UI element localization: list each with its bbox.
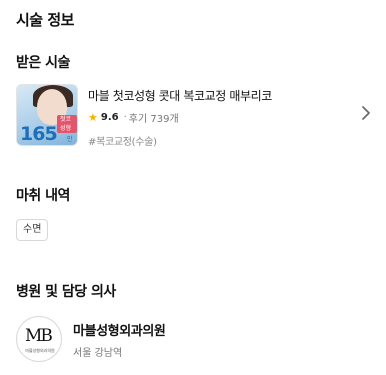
- hospital-logo-mark: MB: [25, 326, 53, 346]
- procedure-meta: ★ 9.6 · 후기 739개: [88, 110, 358, 125]
- procedure-tag: #복코교정(수술): [88, 137, 157, 148]
- procedure-item[interactable]: 첫코성형 165 만 마블 첫코성형 콧대 복코교정 매부리코 ★ 9.6 · …: [16, 84, 376, 148]
- thumbnail-tag: 첫코성형: [57, 115, 77, 133]
- chevron-right-icon[interactable]: [360, 106, 372, 120]
- procedure-section-title: 받은 시술: [16, 55, 70, 71]
- hospital-item[interactable]: MB 마블성형외과의원 마블성형외과의원 서울 강남역: [16, 316, 376, 366]
- thumbnail-price: 165: [20, 123, 58, 145]
- hospital-name: 마블성형외과의원: [73, 324, 166, 339]
- thumbnail-price-unit: 만: [67, 136, 73, 143]
- meta-separator: ·: [123, 112, 127, 123]
- review-count: 후기 739개: [128, 114, 179, 125]
- anesthesia-chip: 수면: [16, 219, 49, 241]
- anesthesia-section-title: 마취 내역: [16, 188, 70, 204]
- hospital-section-title: 병원 및 담당 의사: [16, 284, 116, 300]
- procedure-thumbnail: 첫코성형 165 만: [16, 84, 78, 146]
- rating-value: 9.6: [100, 112, 119, 123]
- hospital-location: 서울 강남역: [73, 348, 123, 359]
- page-title: 시술 정보: [16, 11, 74, 29]
- star-icon: ★: [88, 111, 98, 124]
- procedure-name: 마블 첫코성형 콧대 복코교정 매부리코: [88, 89, 272, 103]
- hospital-logo-subtext: 마블성형외과의원: [25, 348, 55, 353]
- procedure-info: 마블 첫코성형 콧대 복코교정 매부리코 ★ 9.6 · 후기 739개 #복코…: [88, 87, 358, 148]
- hospital-logo: MB 마블성형외과의원: [16, 316, 62, 362]
